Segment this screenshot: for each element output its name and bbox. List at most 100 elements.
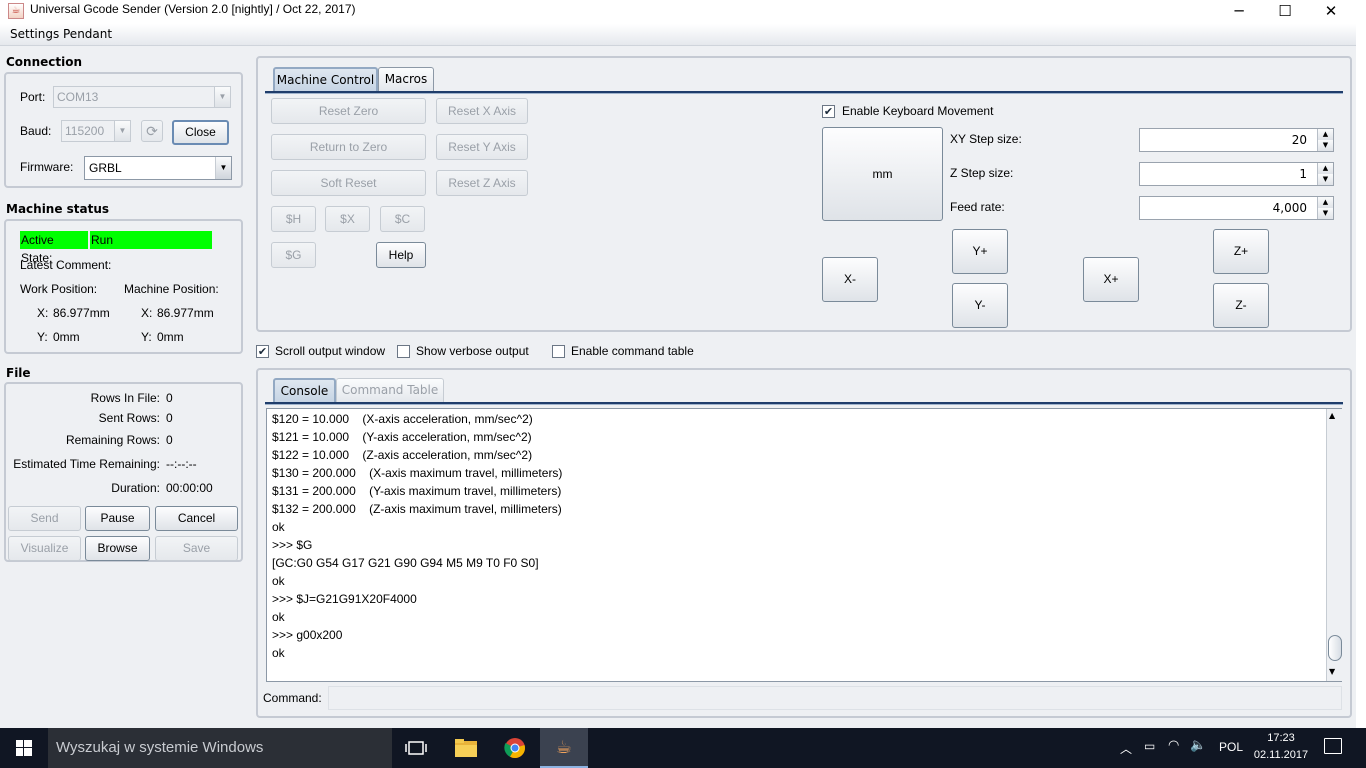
baud-select[interactable]: 115200 ▼ bbox=[61, 120, 131, 142]
file-panel bbox=[4, 382, 243, 562]
console-line: ok bbox=[272, 646, 285, 660]
send-button[interactable]: Send bbox=[8, 506, 81, 531]
action-center-icon[interactable] bbox=[1324, 738, 1342, 754]
spin-up-icon[interactable]: ▲ bbox=[1317, 129, 1333, 140]
jog-x-plus-button[interactable]: X+ bbox=[1083, 257, 1139, 302]
title-bar: ☕ Universal Gcode Sender (Version 2.0 [n… bbox=[0, 0, 1366, 24]
menu-settings[interactable]: Settings bbox=[10, 27, 59, 41]
console-output[interactable]: $120 = 10.000 (X-axis acceleration, mm/s… bbox=[266, 408, 1342, 682]
wifi-icon[interactable]: ◠ bbox=[1168, 738, 1179, 753]
z-step-spinner[interactable]: 1 ▲ ▼ bbox=[1139, 162, 1334, 186]
minimize-button[interactable]: ─ bbox=[1216, 0, 1262, 24]
scrollbar-thumb[interactable] bbox=[1328, 635, 1342, 661]
port-select[interactable]: COM13 ▼ bbox=[53, 86, 231, 108]
browse-button[interactable]: Browse bbox=[85, 536, 150, 561]
spin-down-icon[interactable]: ▼ bbox=[1317, 140, 1333, 151]
scroll-output-checkbox[interactable]: ✔ bbox=[256, 345, 269, 358]
language-indicator[interactable]: POL bbox=[1219, 740, 1243, 754]
tab-console[interactable]: Console bbox=[273, 378, 336, 402]
taskbar-search[interactable]: Wyszukaj w systemie Windows bbox=[48, 728, 392, 768]
scroll-output-label: Scroll output window bbox=[275, 344, 386, 358]
reset-z-axis-button[interactable]: Reset Z Axis bbox=[436, 170, 528, 196]
port-label: Port: bbox=[20, 90, 46, 104]
save-button[interactable]: Save bbox=[155, 536, 238, 561]
menu-pendant[interactable]: Pendant bbox=[63, 27, 112, 41]
firmware-label: Firmware: bbox=[20, 160, 74, 174]
machine-x-value: 86.977mm bbox=[157, 306, 214, 320]
java-icon: ☕ bbox=[555, 737, 573, 758]
spin-up-icon[interactable]: ▲ bbox=[1317, 197, 1333, 208]
clock-date[interactable]: 02.11.2017 bbox=[1252, 749, 1310, 761]
cancel-button[interactable]: Cancel bbox=[155, 506, 238, 531]
spin-down-icon[interactable]: ▼ bbox=[1317, 208, 1333, 219]
xy-step-spinner[interactable]: 20 ▲ ▼ bbox=[1139, 128, 1334, 152]
console-line: ok bbox=[272, 610, 285, 624]
tab-divider bbox=[265, 91, 1343, 94]
jog-z-plus-button[interactable]: Z+ bbox=[1213, 229, 1269, 274]
scroll-up-icon[interactable]: ▲ bbox=[1329, 411, 1335, 420]
scroll-down-icon[interactable]: ▼ bbox=[1329, 667, 1335, 676]
gcode-state-button[interactable]: $G bbox=[271, 242, 316, 268]
console-line: $130 = 200.000 (X-axis maximum travel, m… bbox=[272, 466, 563, 480]
tab-macros[interactable]: Macros bbox=[378, 67, 434, 91]
refresh-ports-button[interactable]: ⟳ bbox=[141, 120, 163, 142]
unlock-button[interactable]: $X bbox=[325, 206, 370, 232]
home-button[interactable]: $H bbox=[271, 206, 316, 232]
menu-bar: Settings Pendant bbox=[0, 24, 1356, 46]
task-view-icon bbox=[405, 741, 427, 755]
windows-start-button[interactable] bbox=[0, 728, 48, 768]
show-hidden-icons-icon[interactable]: ︿ bbox=[1120, 740, 1132, 757]
work-x-label: X: bbox=[37, 306, 49, 320]
console-scrollbar[interactable]: ▲ ▼ bbox=[1326, 409, 1342, 681]
command-label: Command: bbox=[263, 691, 322, 705]
firmware-select[interactable]: GRBL ▼ bbox=[84, 156, 232, 180]
console-lines: $120 = 10.000 (X-axis acceleration, mm/s… bbox=[272, 410, 562, 662]
tab-machine-control[interactable]: Machine Control bbox=[273, 67, 378, 91]
jog-x-minus-button[interactable]: X- bbox=[822, 257, 878, 302]
jog-z-minus-button[interactable]: Z- bbox=[1213, 283, 1269, 328]
close-connection-button[interactable]: Close bbox=[172, 120, 229, 145]
chevron-down-icon: ▼ bbox=[114, 121, 130, 141]
console-line: [GC:G0 G54 G17 G21 G90 G94 M5 M9 T0 F0 S… bbox=[272, 556, 539, 570]
command-table-checkbox[interactable] bbox=[552, 345, 565, 358]
return-to-zero-button[interactable]: Return to Zero bbox=[271, 134, 426, 160]
verbose-output-checkbox[interactable] bbox=[397, 345, 410, 358]
console-line: >>> $J=G21G91X20F4000 bbox=[272, 592, 417, 606]
clock-time[interactable]: 17:23 bbox=[1254, 732, 1308, 744]
enable-keyboard-checkbox[interactable]: ✔ bbox=[822, 105, 835, 118]
xy-step-value: 20 bbox=[1291, 133, 1307, 147]
pause-button[interactable]: Pause bbox=[85, 506, 150, 531]
close-window-button[interactable]: ✕ bbox=[1308, 0, 1354, 24]
volume-icon[interactable]: 🔈 bbox=[1190, 738, 1206, 753]
check-mode-button[interactable]: $C bbox=[380, 206, 425, 232]
chrome-button[interactable] bbox=[491, 728, 539, 768]
task-view-button[interactable] bbox=[392, 728, 440, 768]
xy-step-label: XY Step size: bbox=[950, 132, 1022, 146]
tab-command-table[interactable]: Command Table bbox=[336, 378, 444, 402]
file-title: File bbox=[6, 366, 31, 380]
reset-zero-button[interactable]: Reset Zero bbox=[271, 98, 426, 124]
console-line: $122 = 10.000 (Z-axis acceleration, mm/s… bbox=[272, 448, 533, 462]
units-button[interactable]: mm bbox=[822, 127, 943, 221]
maximize-button[interactable]: ☐ bbox=[1262, 0, 1308, 24]
folder-icon bbox=[455, 739, 477, 757]
feed-rate-spinner[interactable]: 4,000 ▲ ▼ bbox=[1139, 196, 1334, 220]
reset-y-axis-button[interactable]: Reset Y Axis bbox=[436, 134, 528, 160]
help-button[interactable]: Help bbox=[376, 242, 426, 268]
soft-reset-button[interactable]: Soft Reset bbox=[271, 170, 426, 196]
java-app-taskbar-button[interactable]: ☕ bbox=[540, 728, 588, 768]
jog-y-minus-button[interactable]: Y- bbox=[952, 283, 1008, 328]
reset-x-axis-button[interactable]: Reset X Axis bbox=[436, 98, 528, 124]
command-input[interactable] bbox=[328, 686, 1342, 710]
machine-y-value: 0mm bbox=[157, 330, 184, 344]
spin-up-icon[interactable]: ▲ bbox=[1317, 163, 1333, 174]
feed-rate-value: 4,000 bbox=[1272, 201, 1307, 215]
battery-icon[interactable]: ▭ bbox=[1144, 739, 1155, 753]
spin-down-icon[interactable]: ▼ bbox=[1317, 174, 1333, 185]
work-position-label: Work Position: bbox=[20, 282, 98, 296]
visualize-button[interactable]: Visualize bbox=[8, 536, 81, 561]
file-explorer-button[interactable] bbox=[442, 728, 490, 768]
tab-divider bbox=[265, 402, 1343, 405]
window-border bbox=[1356, 24, 1366, 728]
jog-y-plus-button[interactable]: Y+ bbox=[952, 229, 1008, 274]
